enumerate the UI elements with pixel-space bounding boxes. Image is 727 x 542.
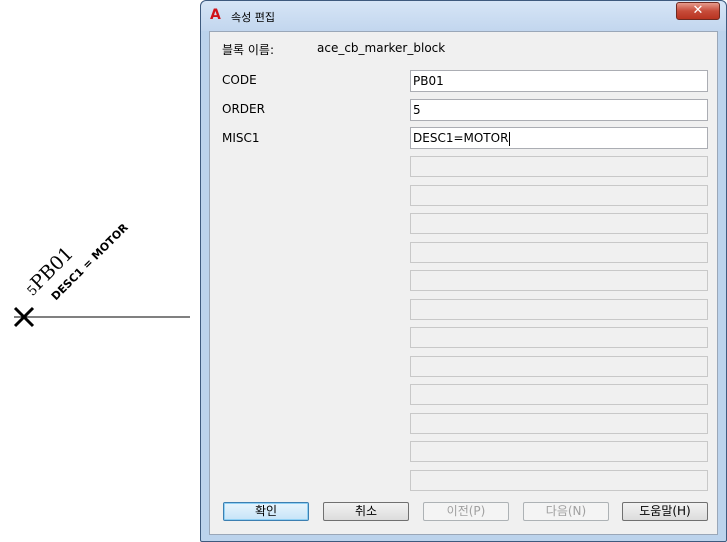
attribute-value-empty (410, 470, 708, 491)
attribute-value-misc1[interactable]: DESC1=MOTOR (410, 127, 708, 149)
attribute-value-empty (410, 242, 708, 263)
block-name-label: 블록 이름: (222, 43, 275, 57)
block-name-value: ace_cb_marker_block (317, 41, 446, 55)
close-button[interactable]: ✕ (676, 2, 720, 20)
attribute-value-empty (410, 185, 708, 206)
autocad-a-icon: A (210, 7, 221, 23)
attribute-value-order[interactable]: 5 (410, 99, 708, 121)
attribute-value-code[interactable]: PB01 (410, 70, 708, 92)
attribute-value-empty (410, 156, 708, 177)
previous-button[interactable]: 이전(P) (423, 502, 509, 521)
help-button[interactable]: 도움말(H) (622, 502, 708, 521)
attribute-value-empty (410, 413, 708, 434)
attribute-value-empty (410, 213, 708, 234)
attribute-tag-order: ORDER (222, 102, 265, 116)
attribute-value-empty (410, 384, 708, 405)
dialog-titlebar[interactable]: A 속성 편집 ✕ (201, 1, 726, 31)
attribute-value-misc1-text: DESC1=MOTOR (413, 131, 509, 145)
attribute-value-order-text: 5 (413, 103, 421, 117)
attribute-value-empty (410, 327, 708, 348)
attribute-value-empty (410, 441, 708, 462)
cancel-button[interactable]: 취소 (323, 502, 409, 521)
attribute-value-code-text: PB01 (413, 74, 444, 88)
attribute-value-empty (410, 356, 708, 377)
attribute-value-empty (410, 299, 708, 320)
marker-graphic (13, 306, 190, 328)
screen: 5PB01 DESC1 = MOTOR A 속성 편집 ✕ 블록 이름: ace… (0, 0, 727, 542)
attribute-value-empty (410, 270, 708, 291)
attribute-tag-misc1: MISC1 (222, 131, 260, 145)
edit-attributes-dialog: A 속성 편집 ✕ 블록 이름: ace_cb_marker_block COD… (200, 0, 727, 542)
text-caret (509, 131, 511, 146)
dialog-title: 속성 편집 (231, 11, 275, 24)
attribute-tag-code: CODE (222, 73, 257, 87)
ok-button[interactable]: 확인 (223, 502, 309, 521)
dialog-body: 블록 이름: ace_cb_marker_block CODE PB01 ORD… (209, 31, 718, 535)
next-button[interactable]: 다음(N) (523, 502, 609, 521)
close-icon: ✕ (692, 3, 704, 18)
cad-drawing-area[interactable]: 5PB01 DESC1 = MOTOR (0, 0, 200, 542)
